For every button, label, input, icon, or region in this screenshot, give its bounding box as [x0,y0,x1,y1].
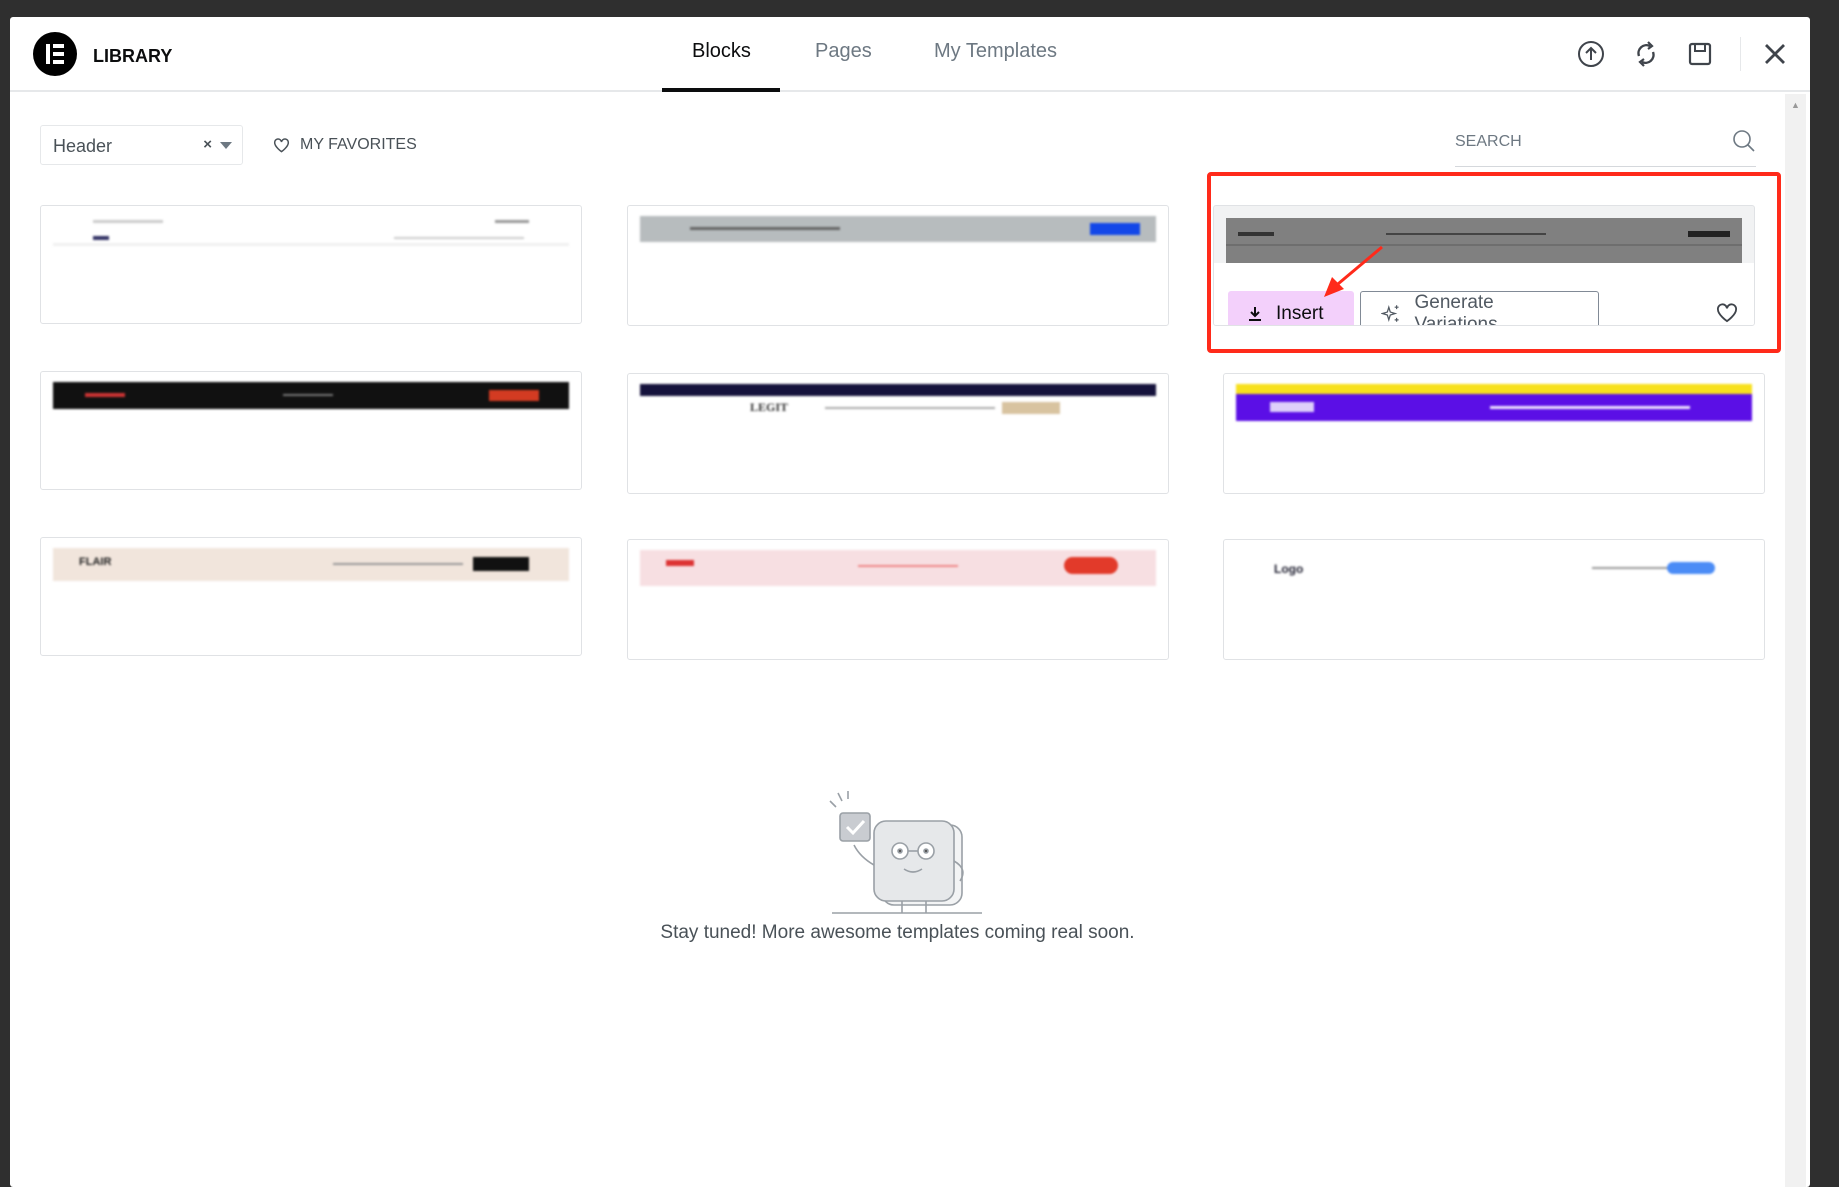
template-preview [1236,384,1752,421]
active-tab-indicator [662,88,780,92]
highlight-box [1207,172,1781,353]
save-icon[interactable] [1685,39,1715,69]
sync-icon[interactable] [1631,39,1661,69]
search-placeholder: SEARCH [1455,133,1522,150]
preview-brand: Logo [1274,562,1304,576]
tab-blocks[interactable]: Blocks [692,40,751,63]
template-preview [640,550,1156,586]
scrollbar[interactable]: ▲ [1785,94,1806,1187]
heart-icon [273,137,290,153]
tab-pages[interactable]: Pages [815,40,872,63]
category-value: Header [53,136,113,156]
library-title: LIBRARY [93,46,173,66]
my-favorites-filter[interactable]: MY FAVORITES [273,136,417,154]
template-card[interactable] [627,539,1169,660]
library-header: LIBRARY Blocks Pages My Templates [10,17,1810,92]
search-input[interactable]: SEARCH [1455,129,1756,167]
template-preview: FLAIR [53,548,569,581]
clear-icon[interactable]: × [203,136,212,153]
template-preview [53,382,569,409]
template-card[interactable] [40,371,582,490]
preview-brand: LEGIT [750,400,789,414]
template-card[interactable] [627,205,1169,326]
template-card[interactable]: FLAIR [40,537,582,656]
empty-state-message: Stay tuned! More awesome templates comin… [660,922,1135,943]
mascot-illustration-icon [829,791,982,914]
chevron-down-icon[interactable] [220,142,232,149]
template-preview [53,216,569,246]
template-card[interactable] [40,205,582,324]
preview-brand: FLAIR [79,556,112,568]
favorites-label: MY FAVORITES [300,136,417,153]
upload-icon[interactable] [1576,39,1606,69]
template-preview: LEGIT [640,384,1156,420]
template-card[interactable]: Logo [1223,539,1765,660]
header-divider [1740,37,1741,71]
elementor-logo-icon [33,32,77,76]
category-select[interactable]: Header × [40,125,243,165]
template-preview: Logo [1236,550,1752,586]
template-card[interactable]: LEGIT [627,373,1169,494]
search-icon[interactable] [1732,129,1756,153]
library-modal: LIBRARY Blocks Pages My Templates ▲ Head… [10,17,1810,1187]
template-card[interactable] [1223,373,1765,494]
template-preview [640,216,1156,242]
tab-my-templates[interactable]: My Templates [934,40,1057,63]
close-icon[interactable] [1760,39,1790,69]
